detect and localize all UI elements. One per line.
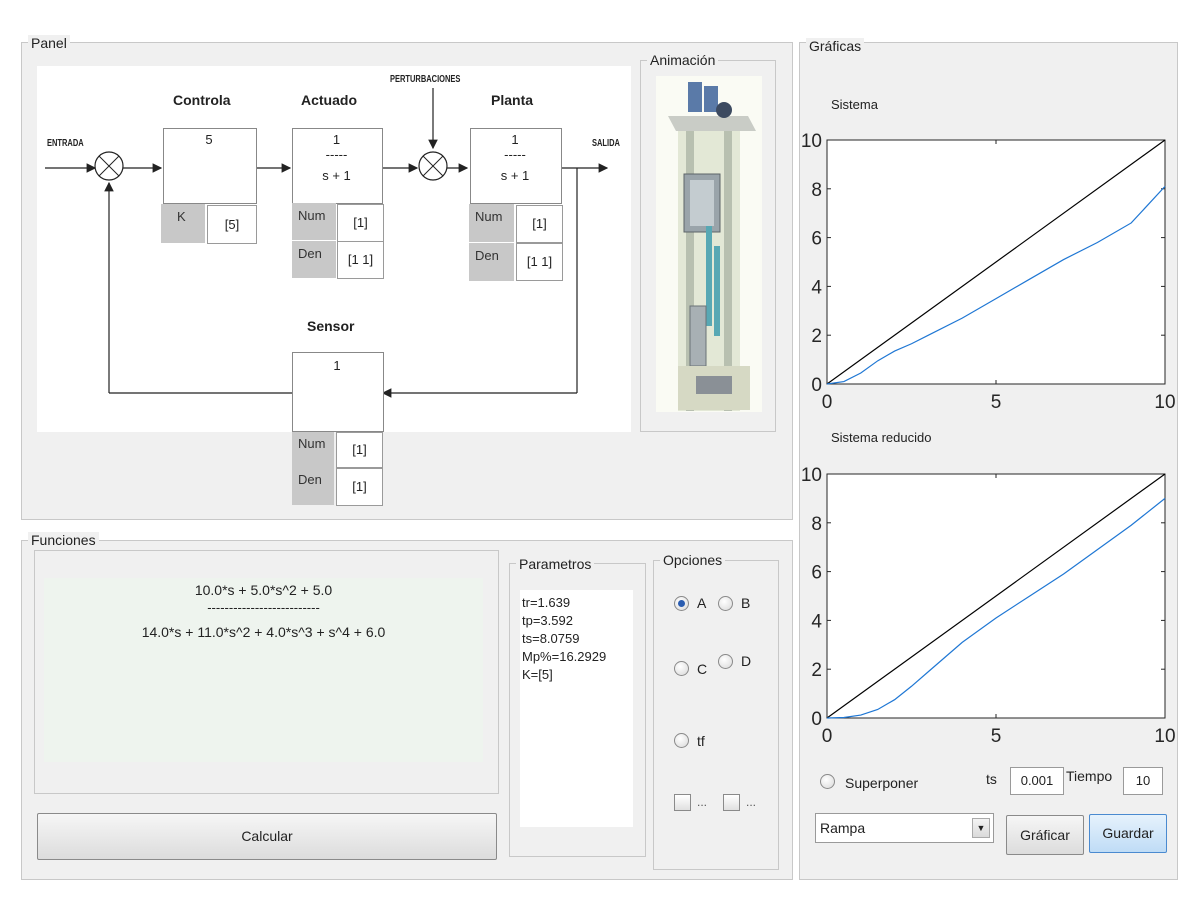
radio-b-label: B bbox=[741, 595, 751, 611]
actuador-title: Actuado bbox=[301, 92, 357, 108]
actuador-num-label: Num bbox=[292, 203, 336, 240]
radio-d-label: D bbox=[741, 653, 752, 669]
sensor-value: 1 bbox=[333, 358, 341, 373]
chart2-ytick-label: 8 bbox=[811, 514, 822, 535]
checkbox-2-label: ... bbox=[746, 795, 757, 809]
chart2-ytick-label: 6 bbox=[811, 563, 822, 584]
radio-d[interactable] bbox=[718, 654, 733, 669]
opciones-title: Opciones bbox=[660, 552, 726, 568]
radio-b[interactable] bbox=[718, 596, 733, 611]
chart1-xtick-label: 5 bbox=[991, 392, 1002, 413]
chart-sistema: 0 5 10 0 2 4 6 8 10 bbox=[801, 131, 1176, 413]
param-mp: Mp%=16.2929 bbox=[522, 649, 607, 664]
parametros-title: Parametros bbox=[516, 556, 595, 572]
chart2-title: Sistema reducido bbox=[831, 430, 932, 445]
radio-tf-label: tf bbox=[697, 733, 705, 749]
sensor-num-input[interactable]: [1] bbox=[336, 432, 383, 468]
animacion-title: Animación bbox=[647, 52, 719, 68]
parametros-list: tr=1.639 tp=3.592 ts=8.0759 Mp%=16.2929 … bbox=[520, 590, 633, 827]
chart1-title: Sistema bbox=[831, 97, 878, 112]
controlador-value: 5 bbox=[205, 132, 213, 147]
tf-fraction-bar: -------------------------- bbox=[207, 600, 320, 615]
checkbox-1-label: ... bbox=[697, 795, 708, 809]
chart1-ytick-label: 8 bbox=[811, 180, 822, 201]
param-tp: tp=3.592 bbox=[522, 613, 573, 628]
guardar-button[interactable]: Guardar bbox=[1089, 814, 1167, 853]
radio-c-label: C bbox=[697, 661, 708, 677]
chart1-ytick-label: 10 bbox=[801, 131, 822, 152]
controlador-title: Controla bbox=[173, 92, 231, 108]
actuador-den-text: s + 1 bbox=[322, 168, 351, 183]
planta-den-input[interactable]: [1 1] bbox=[516, 243, 563, 281]
graficar-button[interactable]: Gráficar bbox=[1006, 815, 1084, 855]
chart2-ytick-label: 2 bbox=[811, 660, 822, 681]
chart2-ytick-label: 0 bbox=[811, 709, 822, 730]
salida-label: SALIDA bbox=[592, 138, 620, 149]
actuador-den-label: Den bbox=[292, 241, 336, 278]
planta-num-label: Num bbox=[469, 204, 514, 242]
chart1-ytick-label: 4 bbox=[811, 277, 822, 298]
planta-title: Planta bbox=[491, 92, 534, 108]
param-ts: ts=8.0759 bbox=[522, 631, 580, 646]
radio-tf[interactable] bbox=[674, 733, 689, 748]
sensor-den-input[interactable]: [1] bbox=[336, 468, 383, 506]
tf-denominator: 14.0*s + 11.0*s^2 + 4.0*s^3 + s^4 + 6.0 bbox=[141, 624, 386, 640]
chart1-xtick-label: 0 bbox=[822, 392, 833, 413]
controlador-k-label: K bbox=[161, 204, 205, 243]
actuador-frac-line: ----- bbox=[325, 147, 348, 162]
controlador-k-input[interactable]: [5] bbox=[207, 205, 257, 244]
ts-label: ts bbox=[986, 771, 997, 787]
chart2-ytick-label: 4 bbox=[811, 611, 822, 632]
signal-select-value: Rampa bbox=[820, 820, 866, 836]
elevator-image bbox=[656, 76, 762, 412]
chart-sistema-reducido: 0 5 10 0 2 4 6 8 10 bbox=[801, 465, 1176, 747]
radio-c[interactable] bbox=[674, 661, 689, 676]
planta-num-input[interactable]: [1] bbox=[516, 205, 563, 243]
block-diagram: ENTRADA SALIDA PERTURBACIONES Controla 5… bbox=[37, 66, 631, 432]
chart1-ytick-label: 0 bbox=[811, 375, 822, 396]
chart2-xtick-label: 5 bbox=[991, 726, 1002, 747]
planta-frac-line: ----- bbox=[504, 147, 526, 162]
superponer-radio[interactable] bbox=[820, 774, 835, 789]
sensor-den-label: Den bbox=[292, 467, 334, 505]
planta-den-label: Den bbox=[469, 243, 514, 281]
checkbox-1[interactable] bbox=[674, 794, 691, 811]
param-k: K=[5] bbox=[522, 667, 553, 682]
param-tr: tr=1.639 bbox=[522, 595, 571, 610]
chart1-ytick-label: 6 bbox=[811, 229, 822, 250]
chart1-xtick-label: 10 bbox=[1154, 392, 1175, 413]
planta-den-text: s + 1 bbox=[500, 168, 530, 183]
superponer-label: Superponer bbox=[845, 775, 919, 791]
radio-a[interactable] bbox=[674, 596, 689, 611]
chart2-ytick-label: 10 bbox=[801, 465, 822, 486]
opciones-group bbox=[653, 560, 779, 870]
tf-numerator: 10.0*s + 5.0*s^2 + 5.0 bbox=[194, 582, 333, 598]
entrada-label: ENTRADA bbox=[47, 138, 84, 149]
calcular-button[interactable]: Calcular bbox=[37, 813, 497, 860]
signal-select[interactable]: Rampa ▼ bbox=[815, 813, 994, 843]
chart2-xtick-label: 0 bbox=[822, 726, 833, 747]
tiempo-label: Tiempo bbox=[1066, 768, 1113, 784]
checkbox-2[interactable] bbox=[723, 794, 740, 811]
tiempo-input[interactable]: 10 bbox=[1123, 767, 1163, 795]
chart2-xtick-label: 10 bbox=[1154, 726, 1175, 747]
chart1-ytick-label: 2 bbox=[811, 326, 822, 347]
actuador-num-text: 1 bbox=[332, 132, 341, 147]
actuador-num-input[interactable]: [1] bbox=[337, 204, 384, 242]
actuador-den-input[interactable]: [1 1] bbox=[337, 241, 384, 279]
ts-input[interactable]: 0.001 bbox=[1010, 767, 1064, 795]
chevron-down-icon[interactable]: ▼ bbox=[972, 818, 990, 838]
sensor-title: Sensor bbox=[307, 318, 355, 334]
sensor-num-label: Num bbox=[292, 432, 334, 467]
elevator-illustration bbox=[656, 76, 762, 412]
radio-a-label: A bbox=[697, 595, 707, 611]
panel-title: Panel bbox=[28, 35, 70, 51]
perturbaciones-label: PERTURBACIONES bbox=[390, 74, 461, 85]
funciones-title: Funciones bbox=[28, 532, 99, 548]
graficas-title: Gráficas bbox=[806, 38, 865, 54]
planta-num-text: 1 bbox=[511, 132, 519, 147]
